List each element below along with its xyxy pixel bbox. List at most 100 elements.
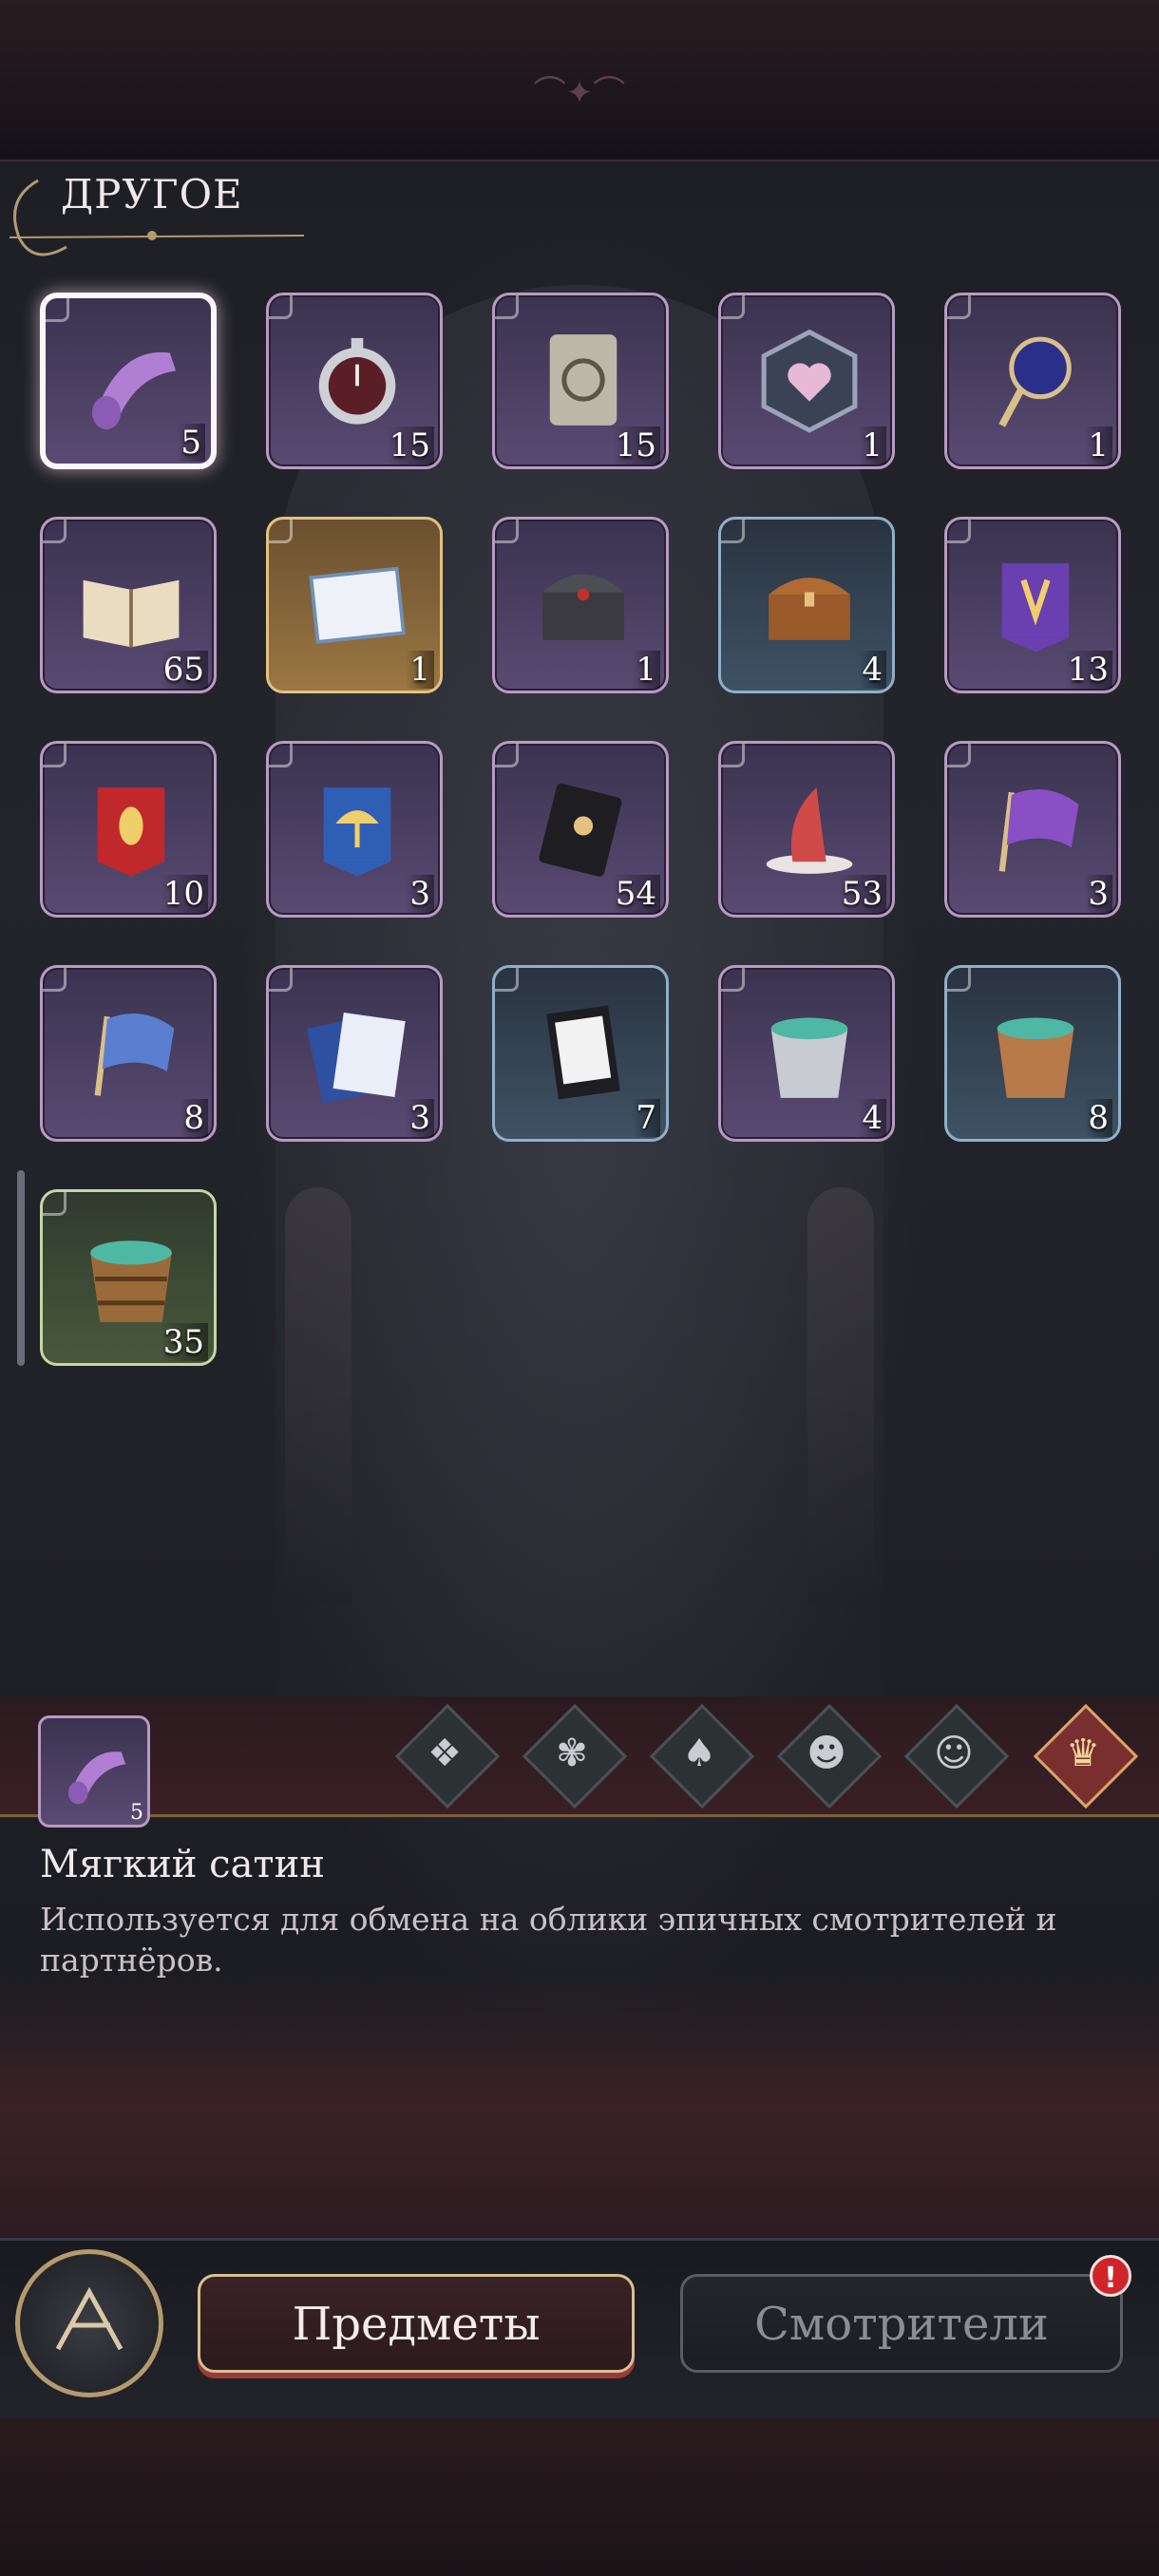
top-bar: ⌒✦⌒: [0, 0, 1159, 161]
hooded-figure-icon: ♠: [682, 1732, 716, 1775]
inventory-slot[interactable]: 7: [492, 965, 669, 1142]
profile-avatar[interactable]: [15, 2249, 163, 2397]
inventory-slot[interactable]: 15: [266, 293, 443, 469]
filter-bat-flower-button[interactable]: ✾: [522, 1703, 628, 1809]
filter-crown-bag-button[interactable]: ♛: [1033, 1703, 1139, 1809]
inventory-slot[interactable]: 4: [718, 517, 895, 693]
inventory-slot[interactable]: 15: [492, 293, 669, 469]
slot-corner-marker: [46, 298, 69, 322]
inventory-slot[interactable]: 1: [718, 293, 895, 469]
inventory-slot[interactable]: 5: [40, 293, 217, 469]
crown-bag-icon: ♛: [1066, 1732, 1100, 1775]
lower-backdrop: [0, 1976, 1159, 2238]
inventory-slot[interactable]: 53: [718, 741, 895, 918]
tab-keepers[interactable]: Смотрители: [680, 2274, 1123, 2373]
item-quantity: 8: [1084, 1099, 1112, 1137]
slot-corner-marker: [43, 968, 66, 992]
inventory-slot[interactable]: 8: [40, 965, 217, 1142]
item-quantity: 4: [858, 651, 886, 689]
item-quantity: 8: [180, 1099, 208, 1137]
item-quantity: 4: [858, 1099, 886, 1137]
item-quantity: 13: [1063, 651, 1112, 689]
inventory-slot[interactable]: 1: [944, 293, 1121, 469]
blue-umbrella-banner-icon: [323, 787, 391, 877]
slot-corner-marker: [947, 744, 971, 767]
inventory-slot[interactable]: 10: [40, 741, 217, 918]
item-quantity: 65: [159, 651, 208, 689]
item-quantity: 1: [632, 651, 660, 689]
slot-corner-marker: [269, 295, 293, 319]
notification-badge: !: [1090, 2255, 1131, 2297]
wooden-bucket-icon: [90, 1241, 172, 1322]
profile-head-icon: ☻: [807, 1732, 846, 1775]
cat-face-icon: ☺: [934, 1732, 974, 1775]
background-pillar: [808, 1187, 874, 1605]
slot-corner-marker: [721, 744, 745, 767]
inventory-slot[interactable]: 1: [492, 517, 669, 693]
slot-corner-marker: [721, 968, 745, 992]
inventory-slot[interactable]: 3: [266, 965, 443, 1142]
item-quantity: 3: [406, 875, 434, 913]
slot-corner-marker: [495, 295, 519, 319]
scrollbar[interactable]: [17, 1170, 25, 1366]
slot-corner-marker: [721, 520, 745, 543]
item-quantity: 1: [406, 651, 434, 689]
heart-emblem-icon: [761, 329, 858, 433]
background-pillar: [285, 1187, 352, 1605]
slot-corner-marker: [269, 520, 293, 543]
purple-flag-icon: [998, 789, 1079, 872]
black-envelope-icon: [539, 783, 622, 877]
satin-roll-icon: [67, 1752, 126, 1805]
wooden-chest-icon: [769, 578, 850, 640]
item-quantity: 1: [858, 426, 886, 464]
slot-corner-marker: [269, 968, 293, 992]
red-napkin-icon: [766, 787, 853, 874]
item-quantity: 15: [385, 426, 434, 464]
certificate-icon: [309, 566, 406, 644]
inventory-slot[interactable]: 3: [266, 741, 443, 918]
detail-divider: [0, 1814, 1159, 1817]
item-quantity: 1: [1084, 426, 1112, 464]
inventory-slot[interactable]: 1: [266, 517, 443, 693]
grid-diamond-icon: ❖: [428, 1732, 462, 1775]
item-quantity: 5: [177, 424, 205, 462]
item-description: Используется для обмена на облики эпичны…: [40, 1901, 1057, 1979]
slot-corner-marker: [947, 520, 971, 543]
inventory-slot[interactable]: 4: [718, 965, 895, 1142]
filter-profile-head-button[interactable]: ☻: [776, 1703, 883, 1809]
pocket-watch-icon: [318, 337, 396, 425]
red-banner-icon: [97, 787, 165, 877]
item-name: Мягкий сатин: [40, 1843, 325, 1886]
blue-flag-icon: [94, 1013, 175, 1096]
inventory-slot[interactable]: 35: [40, 1189, 217, 1366]
item-quantity: 3: [406, 1099, 434, 1137]
inventory-slot[interactable]: 3: [944, 741, 1121, 918]
bat-flower-icon: ✾: [556, 1732, 588, 1775]
inventory-slot[interactable]: 8: [944, 965, 1121, 1142]
slot-corner-marker: [495, 520, 519, 543]
filter-hooded-figure-button[interactable]: ♠: [649, 1703, 755, 1809]
slot-corner-marker: [947, 295, 971, 319]
slot-corner-marker: [269, 744, 293, 767]
menu-card-icon: [546, 1005, 620, 1100]
letters-icon: [306, 1013, 406, 1104]
item-quantity: 53: [837, 875, 886, 913]
tab-items[interactable]: Предметы: [198, 2274, 635, 2373]
inventory-slot[interactable]: 13: [944, 517, 1121, 693]
filter-cat-face-button[interactable]: ☺: [903, 1703, 1010, 1809]
inventory-slot[interactable]: 65: [40, 517, 217, 693]
item-quantity: 15: [611, 426, 660, 464]
silver-card-icon: [549, 334, 618, 426]
bottom-ornament: [0, 2418, 1159, 2576]
slot-corner-marker: [43, 744, 66, 767]
purple-banner-icon: [1001, 563, 1070, 653]
item-quantity: 10: [159, 875, 208, 913]
filter-grid-diamond-button[interactable]: ❖: [394, 1703, 501, 1809]
inventory-slot[interactable]: 54: [492, 741, 669, 918]
dark-chest-icon: [542, 574, 624, 640]
silver-bucket-icon: [770, 1017, 848, 1098]
slot-corner-marker: [721, 295, 745, 319]
bat-ornament-icon: ⌒✦⌒: [533, 74, 626, 112]
selected-item-slot: 5: [38, 1715, 150, 1828]
item-quantity: 7: [632, 1099, 660, 1137]
